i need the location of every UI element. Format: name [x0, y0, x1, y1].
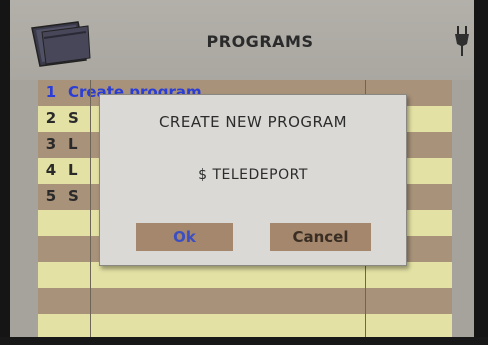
row-name: S [68, 109, 79, 127]
row-name: L [68, 135, 78, 153]
create-program-dialog: CREATE NEW PROGRAM $ TELEDEPORT Ok Cance… [99, 94, 407, 266]
column-divider [90, 80, 91, 337]
row-number-cell: 1 [38, 80, 64, 106]
row-number: 4 [45, 161, 57, 179]
header: PROGRAMS [10, 0, 474, 80]
device-bezel-bottom [0, 337, 488, 345]
device-bezel-right [474, 0, 488, 345]
row-number: 3 [45, 135, 57, 153]
row-number-cell: 4 [38, 158, 64, 184]
folder-icon[interactable] [30, 18, 92, 68]
empty-row[interactable] [10, 314, 474, 337]
row-number-cell: 2 [38, 106, 64, 132]
device-screen: PROGRAMS 1 Create program 2 S 3 L 4 L 5 … [10, 0, 474, 337]
row-name: L [68, 161, 78, 179]
dialog-title: CREATE NEW PROGRAM [158, 113, 348, 131]
plug-icon[interactable] [452, 24, 472, 58]
row-number: 1 [45, 83, 57, 101]
row-number: 2 [45, 109, 57, 127]
row-name: S [68, 187, 79, 205]
page-title: PROGRAMS [206, 32, 314, 51]
row-number-cell: 5 [38, 184, 64, 210]
cancel-button[interactable]: Cancel [270, 223, 371, 251]
row-number: 5 [45, 187, 57, 205]
device-bezel-left [0, 0, 10, 345]
ok-button[interactable]: Ok [136, 223, 233, 251]
new-program-name: $ TELEDEPORT [198, 167, 308, 183]
empty-row[interactable] [10, 288, 474, 314]
row-number-cell: 3 [38, 132, 64, 158]
